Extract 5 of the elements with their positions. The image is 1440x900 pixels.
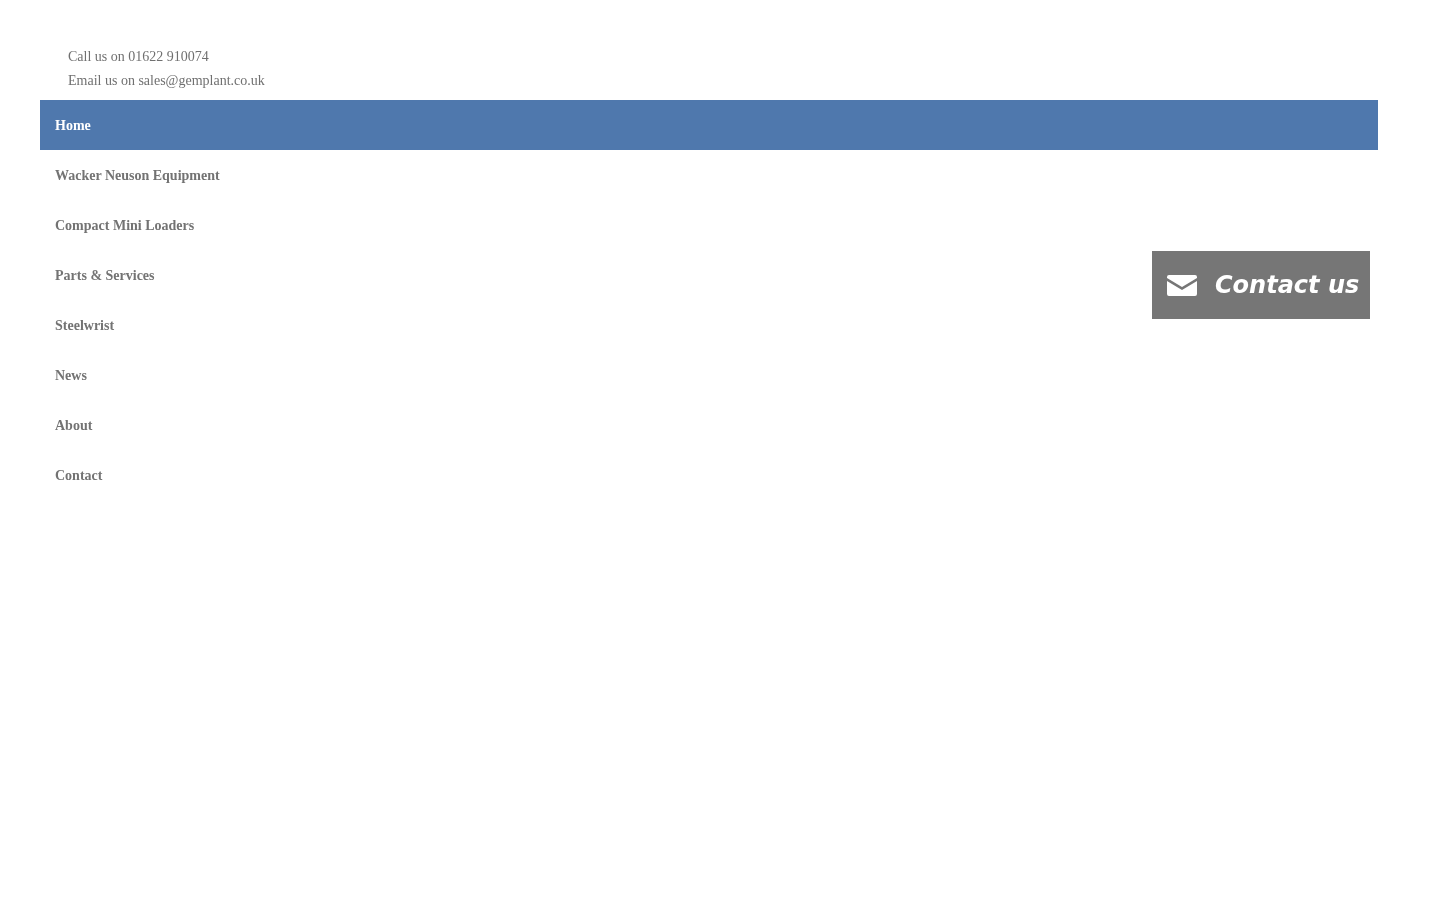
envelope-icon [1167,273,1197,297]
contact-line: Email us on sales@gemplant.co.uk [68,72,265,90]
contact-line: Call us on 01622 910074 [68,48,209,66]
contact-us-button[interactable]: Contact us [1152,251,1370,319]
nav-item[interactable]: Home [40,100,1378,150]
